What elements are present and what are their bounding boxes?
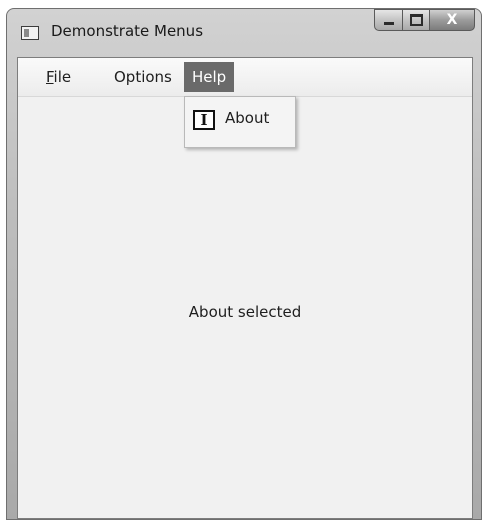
close-icon: X [446,12,458,28]
menu-file-accelerator: F [46,68,54,86]
client-area: File Options Help I About About selected [17,57,473,519]
status-label: About selected [188,303,302,321]
menu-file-label: ile [53,68,72,86]
close-button[interactable]: X [429,9,475,31]
maximize-icon [409,14,423,26]
about-icon: I [193,110,215,130]
app-icon[interactable] [21,26,39,40]
menu-options[interactable]: Options [106,62,180,92]
minimize-button[interactable] [374,9,402,31]
menu-help[interactable]: Help [184,62,235,92]
window-title: Demonstrate Menus [51,22,204,40]
menu-file[interactable]: File [38,62,79,92]
caption-buttons: X [374,9,475,33]
help-dropdown: I About [184,96,296,148]
title-bar[interactable]: Demonstrate Menus X [7,9,481,55]
menu-item-about[interactable]: I About [189,105,291,135]
menu-bar: File Options Help [18,58,472,97]
menu-item-about-label: About [225,109,270,127]
maximize-button[interactable] [402,9,429,31]
app-window: Demonstrate Menus X File Options Help I … [6,8,482,520]
minimize-icon [383,21,394,25]
